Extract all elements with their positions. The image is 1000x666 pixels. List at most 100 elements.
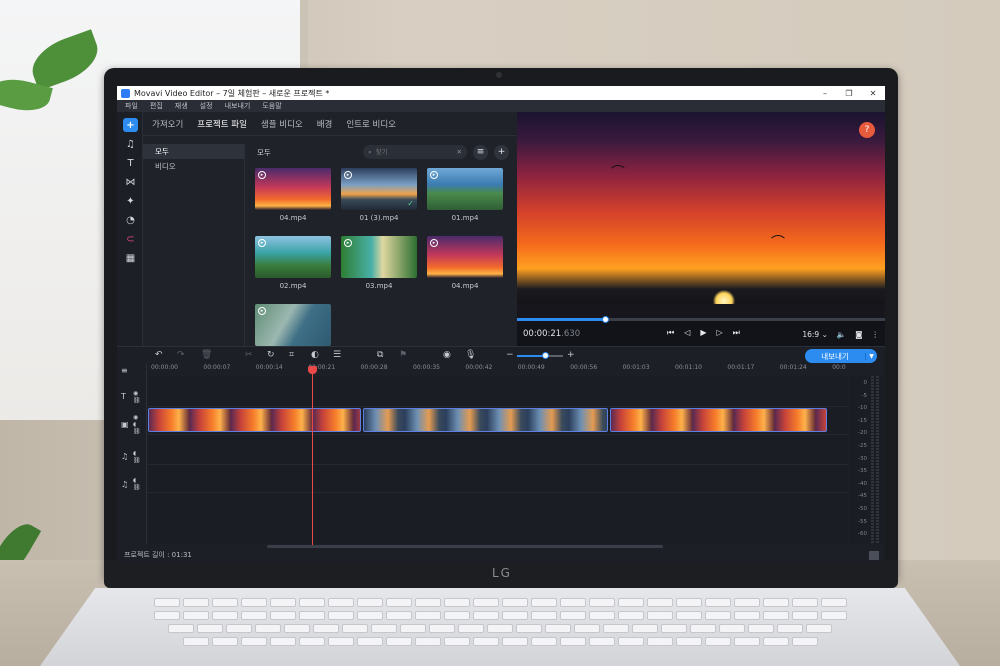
search-input[interactable]: [375, 148, 446, 156]
effects-icon[interactable]: ✦: [123, 194, 138, 208]
overlay-icon[interactable]: ⧉: [377, 350, 383, 360]
zoom-slider-knob[interactable]: [541, 352, 549, 359]
marker-icon[interactable]: ⚑: [399, 350, 407, 360]
rotate-icon[interactable]: ↻: [267, 350, 275, 360]
keyboard-key: [211, 598, 238, 607]
media-thumbnail[interactable]: ▸ 01.mp4: [427, 168, 503, 226]
project-length: 프로젝트 길이 : 01:31: [124, 551, 192, 559]
menu-help[interactable]: 도움말: [262, 101, 281, 111]
speaker-icon[interactable]: ◖: [133, 450, 136, 457]
music-icon[interactable]: ♫: [123, 137, 138, 151]
microphone-icon[interactable]: 🎙: [465, 350, 476, 360]
volume-icon[interactable]: 🔈: [837, 330, 846, 339]
lock-icon[interactable]: ⛓: [133, 484, 141, 491]
text-icon[interactable]: T: [123, 156, 138, 170]
preview-video-frame[interactable]: ⌒ ⌒ ?: [517, 112, 885, 318]
cut-icon[interactable]: ✂: [245, 350, 253, 360]
menu-export[interactable]: 내보내기: [225, 101, 251, 111]
media-thumbnail[interactable]: ▸ 02.mp4: [255, 236, 331, 294]
sunset-clip[interactable]: [148, 408, 361, 432]
keyboard-key: [530, 598, 557, 607]
chevron-down-icon[interactable]: ▼: [865, 352, 877, 360]
clip-properties-icon[interactable]: ☰: [333, 350, 341, 360]
tab-backgrounds[interactable]: 배경: [317, 118, 333, 130]
keyboard-key: [791, 598, 818, 607]
play-preview-icon[interactable]: ▸: [258, 307, 266, 315]
eye-icon[interactable]: ◉: [133, 390, 138, 397]
help-button[interactable]: ?: [859, 122, 875, 138]
playhead-handle[interactable]: [308, 366, 317, 374]
minimize-button[interactable]: –: [813, 89, 837, 98]
keyboard-key: [197, 624, 223, 633]
play-preview-icon[interactable]: ▸: [430, 171, 438, 179]
tab-import[interactable]: 가져오기: [152, 118, 183, 130]
media-thumbnail[interactable]: ▸ 04.mp4: [427, 236, 503, 294]
aspect-ratio-select[interactable]: 16:9 ⌄: [802, 330, 828, 339]
play-icon[interactable]: ▶: [700, 328, 706, 338]
more-options-icon[interactable]: ⋮: [872, 330, 880, 339]
delete-icon[interactable]: 🗑: [201, 350, 212, 360]
add-media-button[interactable]: +: [494, 144, 509, 160]
play-preview-icon[interactable]: ▸: [258, 171, 266, 179]
keyboard-key: [284, 624, 310, 633]
undo-icon[interactable]: ↶: [155, 350, 163, 360]
zoom-in-icon[interactable]: +: [567, 350, 575, 360]
resize-grip-icon[interactable]: [869, 551, 879, 560]
zoom-slider[interactable]: [517, 352, 563, 359]
media-thumbnail[interactable]: ▸ 03.mp4: [341, 236, 417, 294]
eye-icon[interactable]: ◉: [133, 414, 138, 421]
close-button[interactable]: ✕: [861, 89, 885, 98]
redo-icon[interactable]: ↷: [177, 350, 185, 360]
play-preview-icon[interactable]: ▸: [430, 239, 438, 247]
keyboard-key: [588, 611, 615, 620]
dawn-clip[interactable]: [362, 408, 608, 432]
tab-sample-video[interactable]: 샘플 비디오: [261, 118, 303, 130]
sunset-clip-2[interactable]: [609, 408, 828, 432]
media-file-name: 02.mp4: [279, 282, 307, 290]
skip-end-icon[interactable]: ⏭: [733, 328, 740, 338]
zoom-out-icon[interactable]: −: [506, 350, 514, 360]
sort-icon[interactable]: ≡: [473, 144, 488, 160]
clear-search-icon[interactable]: ✕: [457, 148, 462, 156]
speaker-icon[interactable]: ◖: [133, 421, 136, 428]
step-back-icon[interactable]: ◁: [684, 328, 690, 338]
snapshot-icon[interactable]: ◙: [855, 330, 862, 339]
lock-icon[interactable]: ⛓: [133, 457, 141, 464]
track-settings-icon[interactable]: ≡: [121, 366, 128, 375]
media-file-name: 04.mp4: [451, 282, 479, 290]
playhead-line[interactable]: [312, 366, 313, 546]
crop-icon[interactable]: ⌗: [289, 350, 294, 360]
category-all[interactable]: 모두: [143, 144, 244, 159]
skip-start-icon[interactable]: ⏮: [667, 328, 674, 338]
webcam-record-icon[interactable]: ◉: [443, 350, 451, 360]
magnet-icon[interactable]: ⊂: [123, 232, 138, 246]
menu-playback[interactable]: 재생: [175, 101, 188, 111]
more-tools-icon[interactable]: ▦: [123, 251, 138, 265]
tab-intro-video[interactable]: 인트로 비디오: [346, 118, 396, 130]
media-thumbnail[interactable]: ▸ ✓ 01 (3).mp4: [341, 168, 417, 226]
media-thumbnail[interactable]: ▸ 04.mp4: [255, 168, 331, 226]
category-video[interactable]: 비디오: [143, 159, 244, 174]
sticker-icon[interactable]: ◔: [123, 213, 138, 227]
plus-icon[interactable]: +: [123, 118, 138, 132]
export-button[interactable]: 내보내기 ▼: [805, 349, 877, 363]
timeline-tracks[interactable]: [148, 376, 848, 544]
preview-progress-bar[interactable]: [517, 316, 885, 323]
lock-icon[interactable]: ⛓: [133, 428, 141, 435]
video-track-icon: ▣: [121, 420, 129, 429]
menu-file[interactable]: 파일: [125, 101, 138, 111]
menu-edit[interactable]: 편집: [150, 101, 163, 111]
lock-icon[interactable]: ⛓: [133, 397, 141, 404]
play-preview-icon[interactable]: ▸: [258, 239, 266, 247]
transitions-icon[interactable]: ⋈: [123, 175, 138, 189]
tab-project-files[interactable]: 프로젝트 파일: [197, 118, 247, 130]
keyboard-key: [791, 611, 818, 620]
play-preview-icon[interactable]: ▸: [344, 239, 352, 247]
play-preview-icon[interactable]: ▸: [344, 171, 352, 179]
step-forward-icon[interactable]: ▷: [717, 328, 723, 338]
timeline-ruler[interactable]: 00:00:00 00:00:07 00:00:14 00:00:21 00:00:28…: [147, 364, 847, 376]
color-adjust-icon[interactable]: ◐: [311, 350, 319, 360]
speaker-icon[interactable]: ◖: [133, 477, 136, 484]
maximize-button[interactable]: ❐: [837, 89, 861, 98]
menu-settings[interactable]: 설정: [200, 101, 213, 111]
